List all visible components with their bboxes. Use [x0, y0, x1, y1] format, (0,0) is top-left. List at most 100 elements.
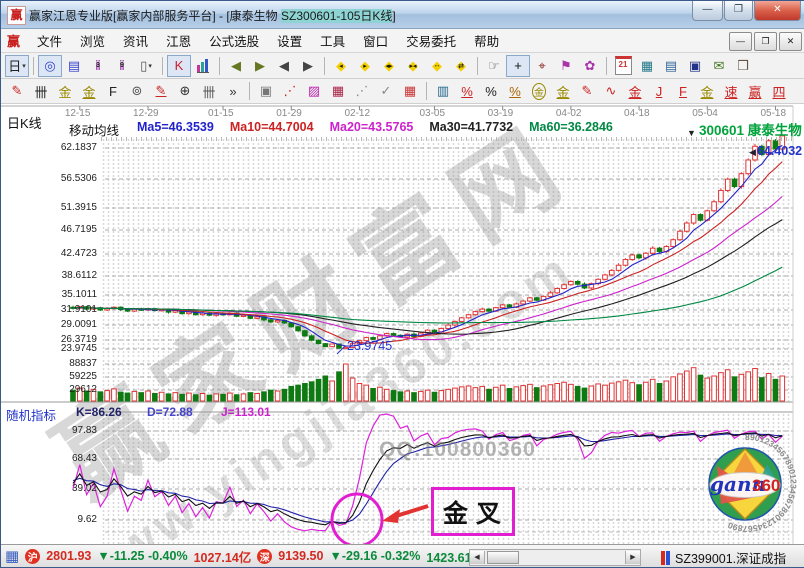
trend-check-icon[interactable]: ✓: [374, 80, 398, 102]
gold-circle-icon[interactable]: 金: [527, 80, 551, 102]
expand-x-diamond-button[interactable]: ◆◂▸: [377, 55, 401, 77]
price-scale-icon[interactable]: ▥: [431, 80, 455, 102]
percent-line-icon[interactable]: %: [503, 80, 527, 102]
title-bar[interactable]: 赢 赢家江恩专业版[赢家内部服务平台] - [康泰生物 SZ300601-105…: [1, 1, 804, 29]
mdi-minimize-button[interactable]: —: [729, 32, 752, 51]
gold-angle-icon[interactable]: 金: [695, 80, 719, 102]
gann-fan-box-icon[interactable]: ▨: [302, 80, 326, 102]
maximize-button[interactable]: ❐: [724, 1, 753, 21]
region-stats-icon[interactable]: ◎: [38, 55, 62, 77]
menu-item-6[interactable]: 设置: [268, 32, 311, 52]
toolbar-separator: [426, 82, 427, 100]
golden-grid-icon[interactable]: 金: [77, 80, 101, 102]
kline-period-button[interactable]: 日▾: [5, 55, 29, 77]
glyph: ▶: [255, 58, 265, 74]
horizontal-scrollbar[interactable]: ◀ ▶: [469, 549, 641, 566]
nav-prev-button[interactable]: ◀: [272, 55, 296, 77]
send-mail-icon[interactable]: ✉: [707, 55, 731, 77]
mdi-restore-button[interactable]: ❐: [754, 32, 777, 51]
brush-measure-icon[interactable]: ✎: [149, 80, 173, 102]
expand-all-diamond-button[interactable]: ◆↔: [425, 55, 449, 77]
ying-angle-icon[interactable]: 赢: [743, 80, 767, 102]
minimize-button[interactable]: —: [692, 1, 723, 21]
pattern-mark-icon[interactable]: ✿: [578, 55, 602, 77]
flag-mark-icon[interactable]: ⚑: [554, 55, 578, 77]
date-tick-label: 01-29: [276, 108, 302, 119]
data-service-icon[interactable]: ❒: [731, 55, 755, 77]
measure-tool-icon[interactable]: ⌖: [530, 55, 554, 77]
box-range-icon[interactable]: ▣: [254, 80, 278, 102]
nav-last-button[interactable]: ▶: [248, 55, 272, 77]
f-angle-icon[interactable]: F: [671, 80, 695, 102]
glyph-overlay: ▸◂: [402, 62, 424, 70]
scrollbar-thumb[interactable]: [487, 551, 519, 564]
nav-first-button[interactable]: ◀: [224, 55, 248, 77]
scroll-right-arrow[interactable]: ▶: [625, 551, 640, 564]
current-stock-status[interactable]: SZ399001.深证成指: [661, 548, 786, 567]
pen-ruler-icon[interactable]: ✎: [575, 80, 599, 102]
nav-next-button[interactable]: ▶: [296, 55, 320, 77]
menu-item-9[interactable]: 交易委托: [397, 32, 465, 52]
glyph: »: [229, 84, 236, 99]
ruler-grid-icon[interactable]: 卌: [197, 80, 221, 102]
close-button[interactable]: ✕: [754, 1, 801, 21]
gold-box-icon[interactable]: 金: [623, 80, 647, 102]
four-angle-icon[interactable]: 四: [767, 80, 791, 102]
fibonacci-icon[interactable]: F: [101, 80, 125, 102]
sh-index-value: 2801.93: [46, 549, 91, 563]
logo-360-text: 360: [752, 476, 780, 495]
menu-item-7[interactable]: 工具: [311, 32, 354, 52]
menu-item-4[interactable]: 江恩: [157, 32, 200, 52]
chart-canvas[interactable]: [1, 104, 804, 547]
menu-item-1[interactable]: 文件: [28, 32, 71, 52]
calendar-icon[interactable]: 21: [611, 55, 635, 77]
compress-all-diamond-button[interactable]: ◆⇄: [449, 55, 473, 77]
date-tick-label: 03-05: [419, 108, 445, 119]
menu-item-10[interactable]: 帮助: [465, 32, 508, 52]
speed-angle-icon[interactable]: 速: [719, 80, 743, 102]
glyph: K: [175, 58, 184, 73]
scroll-left-arrow[interactable]: ◀: [470, 551, 485, 564]
angle-fan-icon[interactable]: ⋰: [350, 80, 374, 102]
chart-region[interactable]: 赢家财富网 www.yingjia360.com 日K线 12-1512-290…: [1, 104, 804, 547]
glyph: ⌖: [538, 58, 545, 74]
volume-colors-icon[interactable]: [191, 55, 215, 77]
crosshair-tool[interactable]: +: [506, 55, 530, 77]
mdi-close-button[interactable]: ✕: [779, 32, 802, 51]
wave-tool-icon[interactable]: ∿: [599, 80, 623, 102]
info-panel-icon[interactable]: ▤: [62, 55, 86, 77]
sz-index-change: ▼-29.16 -0.32%: [329, 549, 420, 563]
save-icon[interactable]: ▣: [683, 55, 707, 77]
compress-x-diamond-button[interactable]: ◆▸◂: [401, 55, 425, 77]
golden-section-icon[interactable]: 金: [53, 80, 77, 102]
chart-bars-3-icon[interactable]: ⅱ3: [86, 55, 110, 77]
percent-range-icon[interactable]: %: [455, 80, 479, 102]
shift-left-diamond-button[interactable]: ◆◂: [329, 55, 353, 77]
menu-item-8[interactable]: 窗口: [354, 32, 397, 52]
more-tools-chevron[interactable]: »: [221, 80, 245, 102]
glyph: ▨: [308, 83, 320, 99]
notes-icon[interactable]: ▤: [659, 55, 683, 77]
gann-fan-icon[interactable]: ⋰: [278, 80, 302, 102]
chart-bars-9-icon[interactable]: ⅱ9: [110, 55, 134, 77]
gann-ruler-icon[interactable]: 卌: [29, 80, 53, 102]
gann-wheel-icon[interactable]: ⊕: [173, 80, 197, 102]
gold-line-icon[interactable]: 金: [551, 80, 575, 102]
shift-right-diamond-button[interactable]: ◆▸: [353, 55, 377, 77]
red-grid-icon[interactable]: ▦: [398, 80, 422, 102]
kline-range-stats-icon[interactable]: K: [167, 55, 191, 77]
spiral-icon[interactable]: ⊚: [125, 80, 149, 102]
percent-icon[interactable]: %: [479, 80, 503, 102]
brush-tool-icon[interactable]: ✎: [5, 80, 29, 102]
j-angle-icon[interactable]: J: [647, 80, 671, 102]
calculator-icon[interactable]: ▦: [635, 55, 659, 77]
toolbar-drawing: ✎卌金金F⊚✎⊕卌»▣⋰▨▦⋰✓▦▥%%%金金✎∿金JF金速赢四: [1, 79, 804, 104]
pan-hand-tool[interactable]: ☞: [482, 55, 506, 77]
gann-grid-box-icon[interactable]: ▦: [326, 80, 350, 102]
candle-style-icon[interactable]: ▯▾: [134, 55, 158, 77]
quote-table-icon[interactable]: ▦: [5, 547, 19, 565]
menu-item-5[interactable]: 公式选股: [200, 32, 268, 52]
glyph: ✉: [714, 58, 725, 74]
menu-item-2[interactable]: 浏览: [71, 32, 114, 52]
menu-item-3[interactable]: 资讯: [114, 32, 157, 52]
